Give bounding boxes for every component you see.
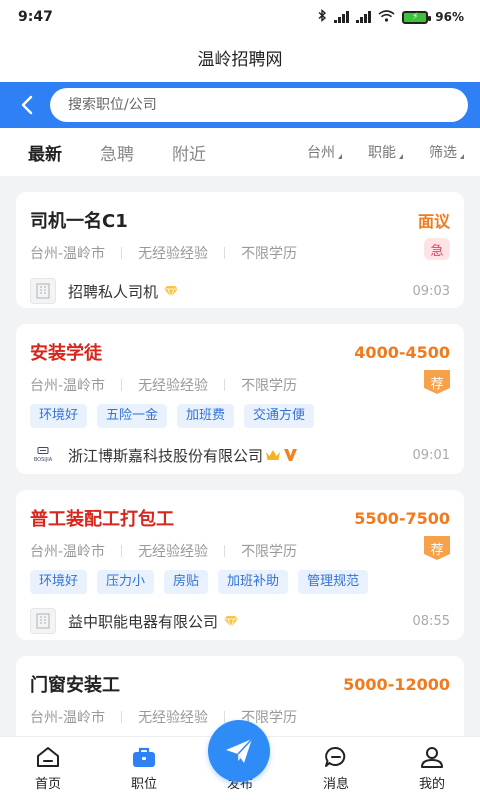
job-salary: 5500-7500 <box>354 508 450 528</box>
profile-icon <box>421 747 443 768</box>
job-title: 司机一名C1 <box>30 211 128 232</box>
publish-button[interactable] <box>208 720 270 782</box>
job-education: 不限学历 <box>241 378 298 394</box>
company-logo-text: BOSIJIA <box>33 457 53 463</box>
job-experience: 无经验经验 <box>138 378 209 394</box>
bluetooth-icon <box>318 9 327 25</box>
home-icon <box>37 747 59 767</box>
filter-city[interactable]: 台州 <box>307 142 342 162</box>
job-location: 台州-温岭市 <box>30 246 106 262</box>
filter-more-label: 筛选 <box>429 145 457 161</box>
briefcase-icon <box>133 747 155 767</box>
filters: 台州 职能 筛选 <box>307 142 464 162</box>
tab-urgent[interactable]: 急聘 <box>100 140 134 165</box>
job-meta: 台州-温岭市 无经验经验 不限学历 <box>30 242 450 264</box>
company-row: 益中职能电器有限公司 08:55 <box>30 598 450 644</box>
dropdown-triangle-icon <box>338 154 342 159</box>
company-row: 招聘私人司机 09:03 <box>30 268 450 314</box>
job-title: 安装学徒 <box>30 343 102 364</box>
nav-profile-label: 我的 <box>418 777 445 792</box>
company-name: 浙江博斯嘉科技股份有限公司 <box>68 446 264 465</box>
nav-home[interactable]: 首页 <box>0 737 96 800</box>
status-bar: 9:47 ⚡ 96% <box>0 0 480 34</box>
diamond-icon <box>164 285 179 298</box>
job-tags: 环境好 五险一金 加班费 交通方便 <box>30 404 450 428</box>
nav-home-label: 首页 <box>34 777 61 792</box>
job-education: 不限学历 <box>241 246 298 262</box>
job-salary: 5000-12000 <box>343 674 450 694</box>
signal-icon-2 <box>356 11 372 23</box>
filter-function-label: 职能 <box>368 145 396 161</box>
job-tag: 加班费 <box>177 404 235 428</box>
tab-nearby[interactable]: 附近 <box>172 140 206 165</box>
job-salary: 面议 <box>417 212 450 231</box>
job-tag: 加班补助 <box>218 570 289 594</box>
message-icon <box>325 746 346 767</box>
job-card[interactable]: 普工装配工打包工 5500-7500 台州-温岭市 无经验经验 不限学历 荐 环… <box>16 490 464 640</box>
job-tags: 环境好 压力小 房贴 加班补助 管理规范 <box>30 570 450 594</box>
job-card[interactable]: 司机一名C1 面议 台州-温岭市 无经验经验 不限学历 急 招聘私人司机 09:… <box>16 192 464 308</box>
building-icon <box>30 608 56 634</box>
filter-city-label: 台州 <box>307 145 335 161</box>
job-meta: 台州-温岭市 无经验经验 不限学历 <box>30 374 450 396</box>
nav-messages-label: 消息 <box>322 777 349 792</box>
job-education: 不限学历 <box>241 544 298 560</box>
search-input[interactable] <box>68 97 450 113</box>
job-tag: 管理规范 <box>298 570 369 594</box>
diamond-icon <box>224 615 239 628</box>
verified-v-icon <box>284 449 298 461</box>
filter-more[interactable]: 筛选 <box>429 142 464 162</box>
job-location: 台州-温岭市 <box>30 378 106 394</box>
status-icons: ⚡ 96% <box>318 9 464 25</box>
job-list: 司机一名C1 面议 台州-温岭市 无经验经验 不限学历 急 招聘私人司机 09:… <box>0 176 480 736</box>
nav-jobs[interactable]: 职位 <box>96 737 192 800</box>
job-time: 09:01 <box>412 447 450 463</box>
urgent-badge: 急 <box>424 238 450 260</box>
company-name: 招聘私人司机 <box>68 282 159 301</box>
nav-messages[interactable]: 消息 <box>288 737 384 800</box>
paper-plane-icon <box>226 738 253 763</box>
tab-latest[interactable]: 最新 <box>28 140 62 165</box>
dropdown-triangle-icon <box>460 154 464 159</box>
search-field[interactable] <box>50 88 468 122</box>
job-time: 08:55 <box>412 613 450 629</box>
nav-profile[interactable]: 我的 <box>384 737 480 800</box>
job-tag: 环境好 <box>30 570 88 594</box>
chevron-left-icon <box>21 95 33 115</box>
company-name: 益中职能电器有限公司 <box>68 612 219 631</box>
company-logo: BOSIJIA <box>30 442 56 468</box>
job-meta: 台州-温岭市 无经验经验 不限学历 <box>30 540 450 562</box>
battery-level: 96% <box>435 10 464 24</box>
crown-icon <box>266 449 281 460</box>
filter-function[interactable]: 职能 <box>368 142 403 162</box>
battery-icon: ⚡ <box>402 10 432 24</box>
search-bar <box>0 82 480 128</box>
signal-icon <box>334 11 350 23</box>
building-icon <box>30 278 56 304</box>
wifi-icon <box>378 9 395 25</box>
status-time: 9:47 <box>18 9 53 25</box>
job-tag: 环境好 <box>30 404 88 428</box>
job-experience: 无经验经验 <box>138 710 209 726</box>
job-card[interactable]: 安装学徒 4000-4500 台州-温岭市 无经验经验 不限学历 荐 环境好 五… <box>16 324 464 474</box>
job-time: 09:03 <box>412 283 450 299</box>
page-title: 温岭招聘网 <box>0 34 480 82</box>
company-row: BOSIJIA 浙江博斯嘉科技股份有限公司 09:01 <box>30 432 450 478</box>
tabs-row: 最新 急聘 附近 台州 职能 筛选 <box>0 128 480 176</box>
job-tag: 压力小 <box>97 570 155 594</box>
dropdown-triangle-icon <box>399 154 403 159</box>
job-tag: 五险一金 <box>97 404 168 428</box>
job-title: 门窗安装工 <box>30 675 120 696</box>
job-location: 台州-温岭市 <box>30 544 106 560</box>
job-location: 台州-温岭市 <box>30 710 106 726</box>
nav-jobs-label: 职位 <box>130 777 157 792</box>
job-tag: 交通方便 <box>244 404 315 428</box>
job-title: 普工装配工打包工 <box>30 509 174 530</box>
job-experience: 无经验经验 <box>138 544 209 560</box>
job-salary: 4000-4500 <box>354 342 450 362</box>
job-experience: 无经验经验 <box>138 246 209 262</box>
back-button[interactable] <box>10 88 44 122</box>
job-tag: 房贴 <box>164 570 209 594</box>
